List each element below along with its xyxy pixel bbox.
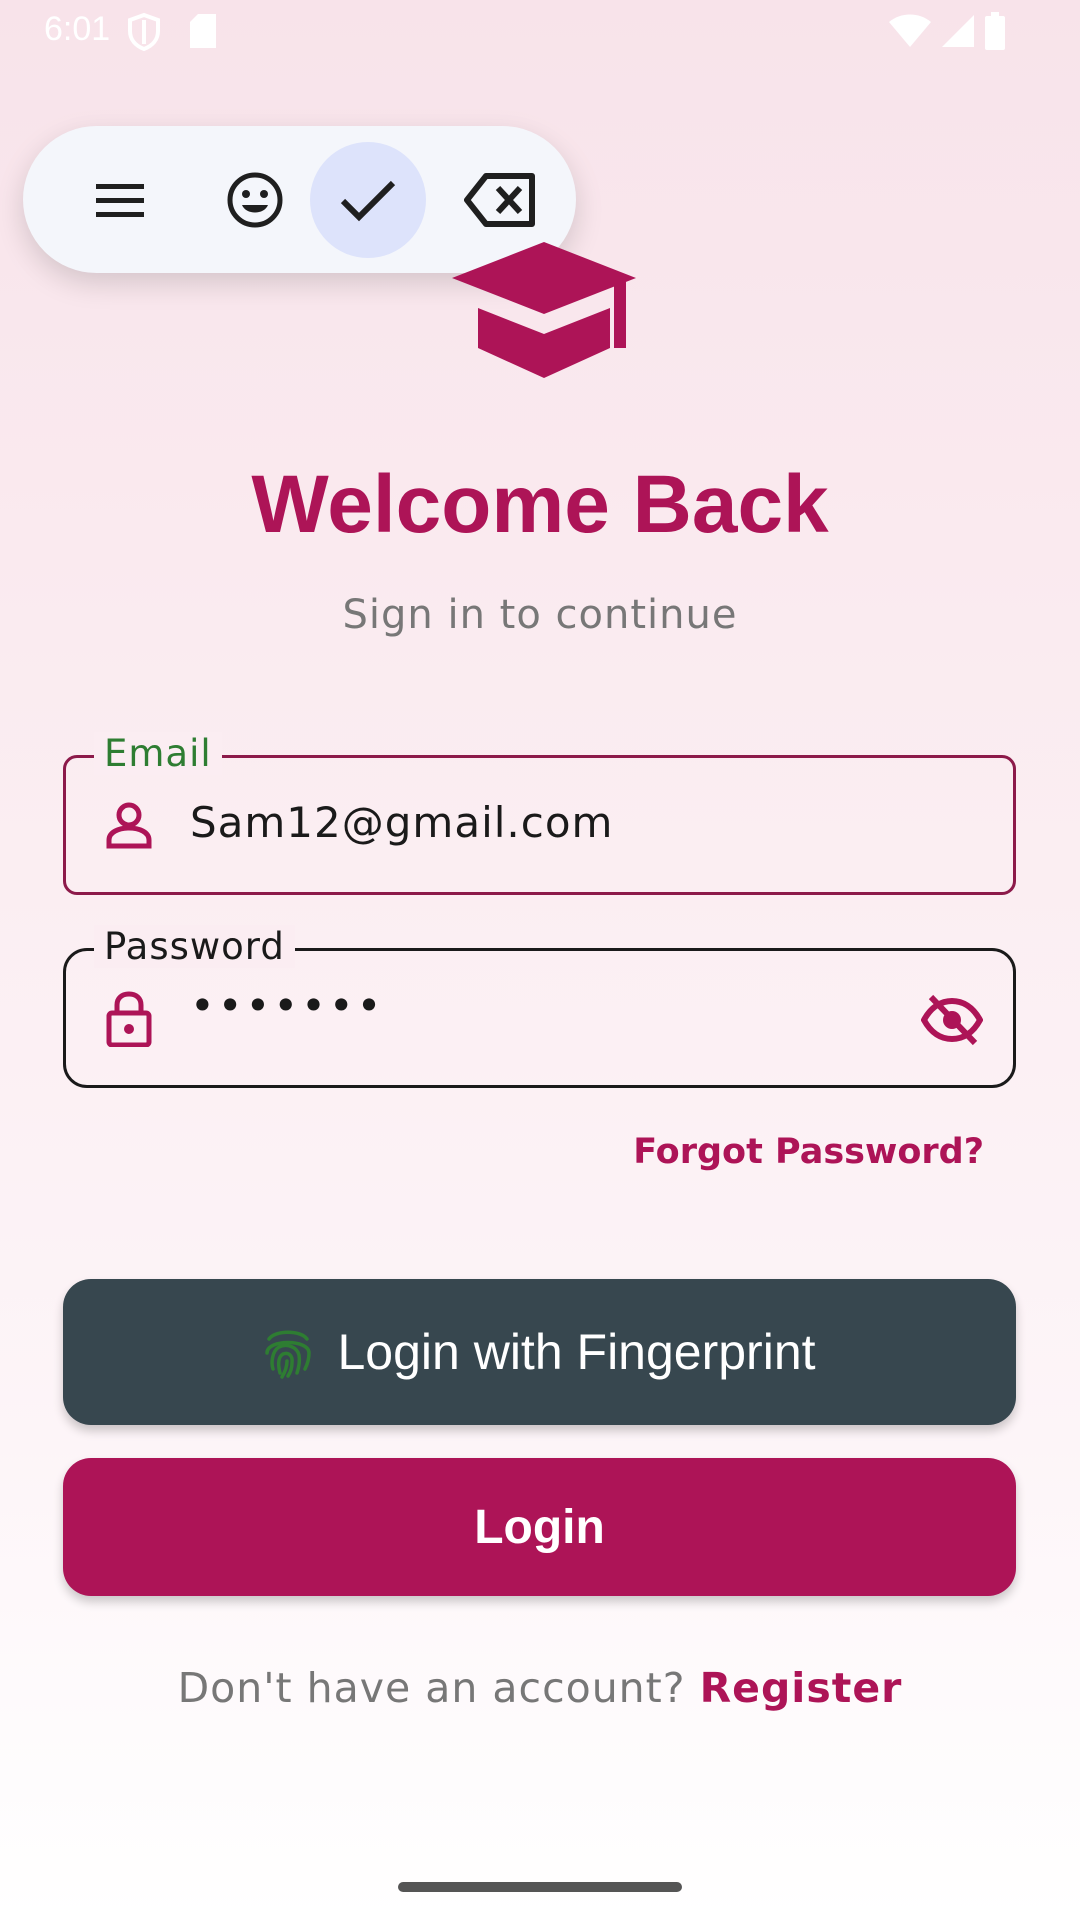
email-field[interactable]: Email Sam12@gmail.com — [63, 732, 1016, 895]
password-field[interactable]: Password ••••••• — [63, 925, 1016, 1088]
menu-button[interactable] — [62, 142, 178, 258]
lock-icon — [106, 991, 152, 1047]
fingerprint-login-label: Login with Fingerprint — [337, 1324, 816, 1380]
register-prompt-text: Don't have an account? — [177, 1664, 686, 1712]
emoji-icon — [227, 172, 283, 228]
page-title: Welcome Back — [251, 459, 829, 550]
person-icon — [106, 802, 152, 849]
page-subtitle: Sign in to continue — [342, 592, 738, 638]
signal-icon — [942, 15, 974, 47]
password-value: ••••••• — [190, 981, 385, 1030]
check-icon — [340, 180, 396, 222]
shield-icon — [128, 12, 160, 52]
emoji-button[interactable] — [197, 142, 313, 258]
menu-icon — [96, 184, 144, 217]
login-button[interactable]: Login — [63, 1458, 1016, 1596]
wifi-icon — [889, 14, 931, 47]
register-prompt: Don't have an account? Register — [0, 1664, 1080, 1712]
home-indicator[interactable] — [398, 1882, 682, 1892]
visibility-off-icon[interactable] — [921, 993, 983, 1047]
email-label: Email — [94, 732, 222, 775]
forgot-password-link[interactable]: Forgot Password? — [633, 1132, 984, 1172]
status-bar: 6:01 — [0, 0, 1080, 64]
sd-card-icon — [190, 14, 216, 48]
email-value: Sam12@gmail.com — [190, 798, 614, 847]
fingerprint-login-button[interactable]: Login with Fingerprint — [63, 1279, 1016, 1425]
battery-icon — [985, 12, 1005, 50]
graduation-cap-icon — [452, 242, 636, 378]
backspace-icon — [464, 173, 535, 227]
status-time: 6:01 — [44, 10, 111, 48]
login-label: Login — [474, 1500, 605, 1554]
confirm-button[interactable] — [310, 142, 426, 258]
register-link[interactable]: Register — [700, 1664, 903, 1712]
password-label: Password — [94, 925, 295, 968]
fingerprint-icon — [265, 1330, 312, 1379]
